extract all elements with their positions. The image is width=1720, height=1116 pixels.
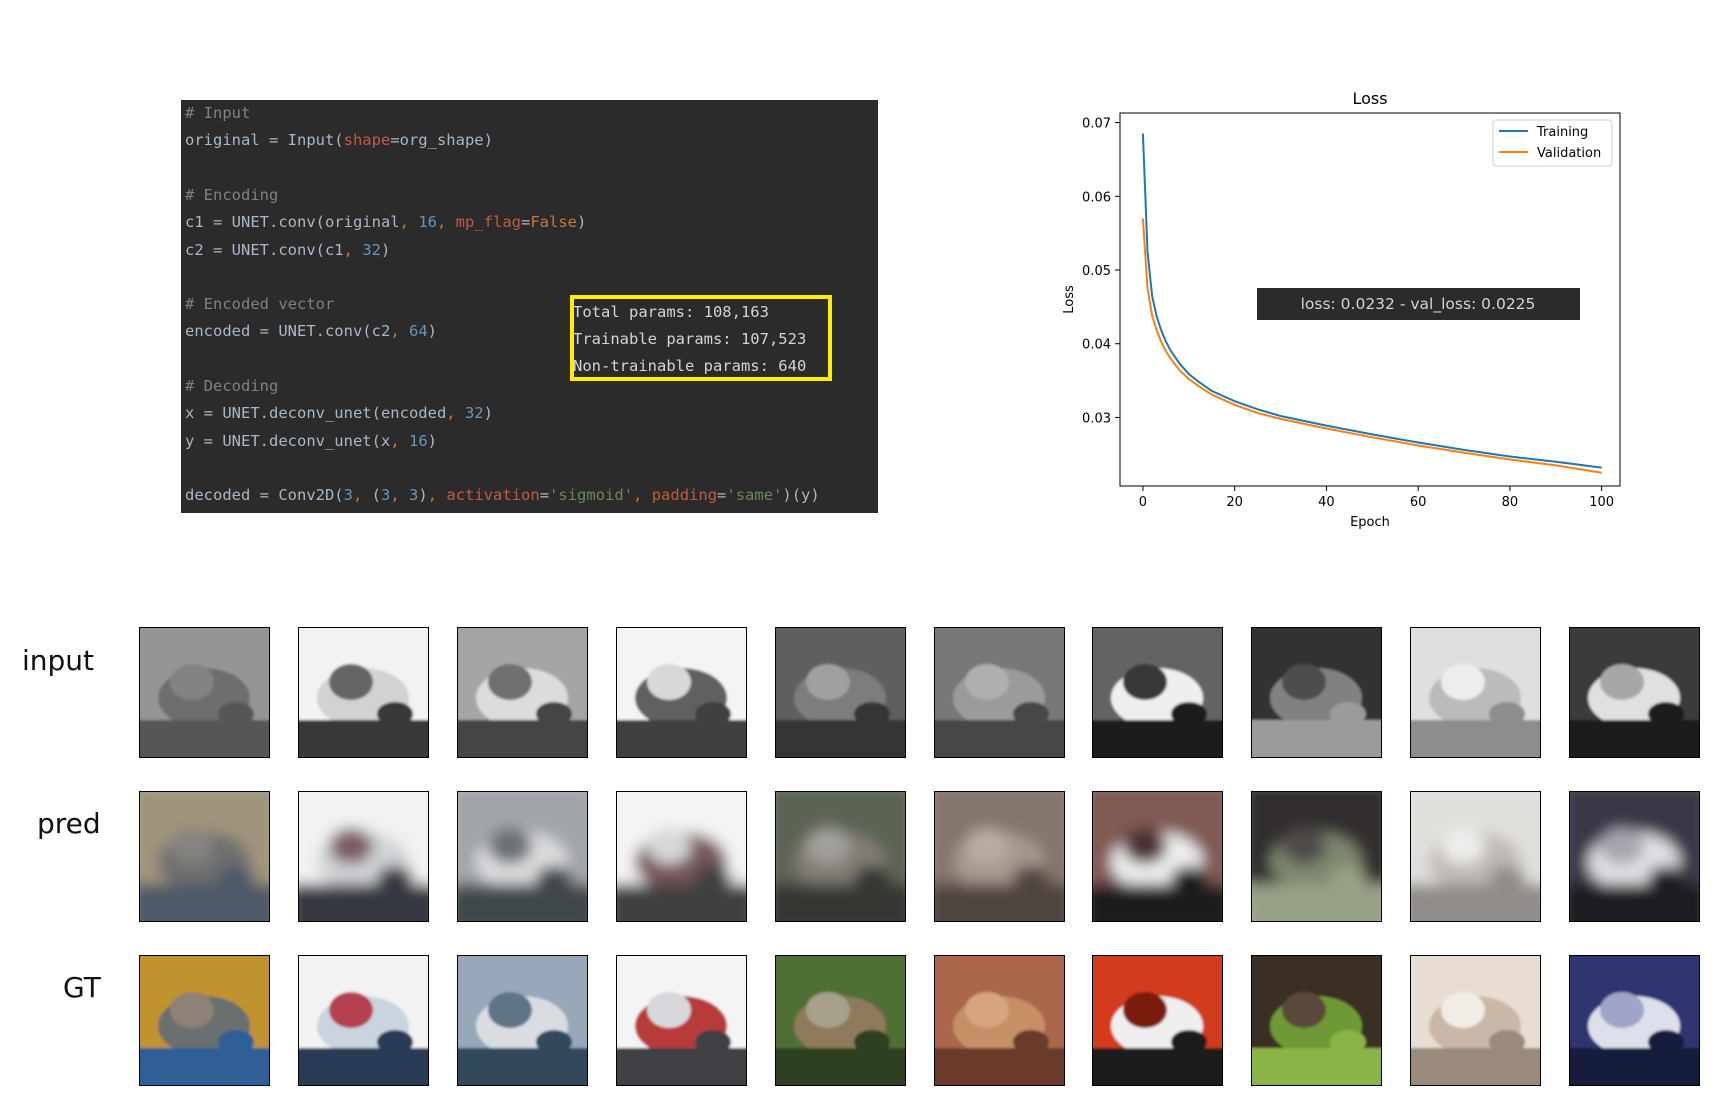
x-tick-label: 0 xyxy=(1139,495,1147,510)
y-tick-label: 0.05 xyxy=(1082,264,1111,279)
thumbnail-image xyxy=(935,792,1064,921)
thumbnail-image xyxy=(1411,956,1540,1085)
x-tick-label: 40 xyxy=(1318,495,1335,510)
thumbnail-image xyxy=(617,956,746,1085)
thumbnail-input-ship xyxy=(298,627,429,758)
thumbnail-image xyxy=(458,792,587,921)
thumbnail-input-automobile xyxy=(1092,627,1223,758)
thumbnail-input-frog xyxy=(775,627,906,758)
thumbnail-image xyxy=(617,628,746,757)
thumbnail-pred-frog xyxy=(775,791,906,922)
thumbnail-input-frog xyxy=(934,627,1065,758)
thumbnail-pred-cat xyxy=(139,791,270,922)
thumbnail-pred-ship xyxy=(298,791,429,922)
thumbnail-pred-automobile xyxy=(1092,791,1223,922)
thumbnail-gt-frog xyxy=(934,955,1065,1086)
x-tick-label: 80 xyxy=(1502,495,1519,510)
y-tick-label: 0.03 xyxy=(1082,411,1111,426)
chart-title: Loss xyxy=(1352,89,1387,108)
thumbnail-image xyxy=(299,628,428,757)
x-tick-label: 20 xyxy=(1226,495,1243,510)
thumbnail-input-cat xyxy=(1410,627,1541,758)
thumbnail-image xyxy=(140,628,269,757)
thumbnail-gt-ship xyxy=(298,955,429,1086)
thumbnail-image xyxy=(1570,956,1699,1085)
thumbnail-gt-frog xyxy=(1251,955,1382,1086)
thumbnail-pred-frog xyxy=(934,791,1065,922)
row-label-pred: pred xyxy=(37,807,101,840)
thumbnail-gt-cat xyxy=(139,955,270,1086)
thumbnail-input-frog xyxy=(1251,627,1382,758)
thumbnail-pred-automobile xyxy=(1569,791,1700,922)
y-axis-label: Loss xyxy=(1062,285,1077,314)
thumbnail-image xyxy=(1570,628,1699,757)
thumbnail-image xyxy=(140,956,269,1085)
thumbnail-image xyxy=(1411,628,1540,757)
thumbnail-pred-frog xyxy=(1251,791,1382,922)
thumbnail-pred-airplane xyxy=(616,791,747,922)
thumbnail-image xyxy=(935,628,1064,757)
thumbnail-image xyxy=(1570,792,1699,921)
thumbnail-image xyxy=(1411,792,1540,921)
y-tick-label: 0.06 xyxy=(1082,190,1111,205)
y-tick-label: 0.04 xyxy=(1082,338,1111,353)
row-label-gt: GT xyxy=(63,971,101,1004)
thumbnail-image xyxy=(1093,628,1222,757)
thumbnail-image xyxy=(140,792,269,921)
thumbnail-image xyxy=(617,792,746,921)
thumbnail-image xyxy=(299,956,428,1085)
thumbnail-input-automobile xyxy=(1569,627,1700,758)
loss-chart: Loss Epoch Loss 0 20 40 60 80 100 0.03 0.04 0.05 0.0… xyxy=(1062,89,1621,530)
thumbnail-image xyxy=(1252,628,1381,757)
thumbnail-gt-automobile xyxy=(1092,955,1223,1086)
loss-annotation: loss: 0.0232 - val_loss: 0.0225 xyxy=(1301,295,1536,314)
thumbnail-gt-airplane xyxy=(616,955,747,1086)
x-tick-label: 100 xyxy=(1589,495,1614,510)
legend-label-validation: Validation xyxy=(1537,146,1601,161)
thumbnail-image xyxy=(776,628,905,757)
thumbnail-pred-cat xyxy=(1410,791,1541,922)
thumbnail-image xyxy=(1093,956,1222,1085)
y-tick-label: 0.07 xyxy=(1082,117,1111,132)
thumbnail-image xyxy=(458,628,587,757)
thumbnail-gt-frog xyxy=(775,955,906,1086)
thumbnail-gt-automobile xyxy=(1569,955,1700,1086)
thumbnail-image xyxy=(935,956,1064,1085)
thumbnail-input-ship xyxy=(457,627,588,758)
thumbnail-image xyxy=(776,956,905,1085)
thumbnail-image xyxy=(299,792,428,921)
thumbnail-image xyxy=(1093,792,1222,921)
thumbnail-gt-ship xyxy=(457,955,588,1086)
thumbnail-input-airplane xyxy=(616,627,747,758)
row-label-input: input xyxy=(22,644,95,677)
thumbnail-image xyxy=(1252,792,1381,921)
thumbnail-image xyxy=(776,792,905,921)
thumbnail-gt-cat xyxy=(1410,955,1541,1086)
x-tick-label: 60 xyxy=(1410,495,1427,510)
x-axis-label: Epoch xyxy=(1350,515,1390,530)
thumbnail-image xyxy=(458,956,587,1085)
thumbnail-image xyxy=(1252,956,1381,1085)
legend-label-training: Training xyxy=(1536,125,1588,140)
thumbnail-pred-ship xyxy=(457,791,588,922)
thumbnail-input-cat xyxy=(139,627,270,758)
